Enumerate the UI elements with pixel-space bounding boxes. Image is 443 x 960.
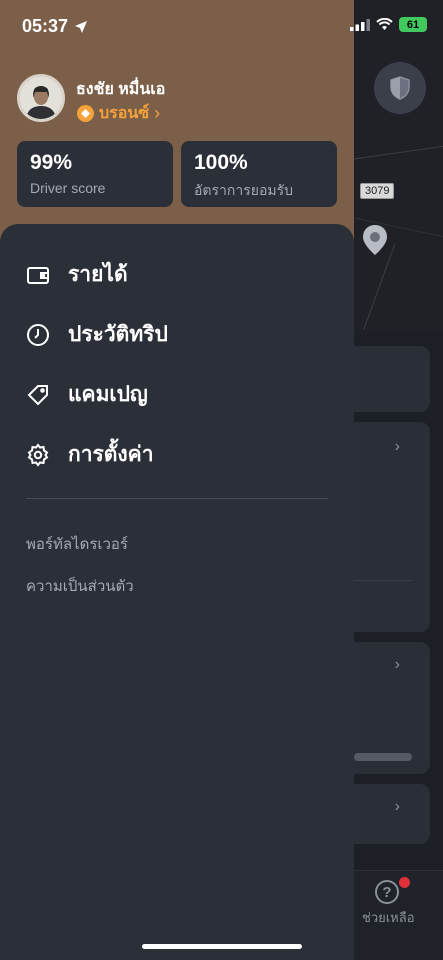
status-time: 05:37 [22,16,88,37]
menu-item-settings[interactable]: การตั้งค่า [26,438,154,471]
location-pin-icon [363,225,387,255]
stat-value: 100% [194,151,248,174]
home-indicator[interactable] [142,944,302,949]
drawer-menu: รายได้ ประวัติทริป แคมเปญ การตั้งค่า พอร [0,224,354,960]
wallet-icon [27,266,49,284]
map-road [354,141,443,160]
map-road [354,243,396,330]
side-drawer: 05:37 ธงชัย หมื่นเอ บรอนซ์ › 99% Driver … [0,0,354,960]
divider [354,580,412,581]
menu-item-trip-history[interactable]: ประวัติทริป [26,318,168,351]
background-card[interactable]: › [354,422,430,632]
gear-icon [27,442,49,467]
status-icons: 61 [350,17,427,32]
avatar[interactable] [17,74,65,122]
acceptance-rate-card[interactable]: 100% อัตราการยอมรับ [181,141,337,207]
person-photo-icon [20,77,62,119]
tier-label: บรอนซ์ [99,105,150,122]
notification-dot [399,877,410,888]
stat-label: อัตราการยอมรับ [194,182,293,198]
road-number-badge: 3079 [360,183,395,199]
menu-item-label: การตั้งค่า [68,443,154,466]
privacy-link[interactable]: ความเป็นส่วนตัว [26,574,134,598]
stat-label: Driver score [30,180,106,196]
progress-bar [354,753,412,761]
map-view[interactable] [354,0,443,330]
chevron-right-icon: › [154,103,161,123]
stat-value: 99% [30,151,73,174]
menu-item-label: ประวัติทริป [68,323,168,346]
user-name[interactable]: ธงชัย หมื่นเอ [76,77,165,102]
clock-text: 05:37 [22,16,69,36]
battery-level: 61 [406,18,420,31]
battery-icon: 61 [399,17,427,32]
shield-icon [390,76,410,100]
background-card[interactable]: › [354,784,430,844]
driver-score-card[interactable]: 99% Driver score [17,141,173,207]
menu-item-earnings[interactable]: รายได้ [26,258,128,291]
menu-item-campaigns[interactable]: แคมเปญ [26,378,148,411]
safety-button[interactable] [374,62,426,114]
background-card[interactable] [354,346,430,412]
wifi-icon [376,18,393,30]
chevron-right-icon: › [394,656,400,673]
divider [26,498,328,499]
menu-item-label: แคมเปญ [68,383,148,406]
location-arrow-icon [75,20,88,33]
tag-icon [27,384,48,405]
help-icon[interactable]: ? [375,880,399,904]
help-label[interactable]: ช่วยเหลือ [362,907,415,928]
driver-portal-link[interactable]: พอร์ทัลไดรเวอร์ [26,532,128,556]
tier-badge-icon [77,105,94,122]
tier-link[interactable]: บรอนซ์ › [77,101,160,126]
clock-icon [27,323,49,346]
menu-item-label: รายได้ [68,263,128,286]
chevron-right-icon: › [394,798,400,815]
chevron-right-icon: › [394,438,400,455]
drawer-header: 05:37 ธงชัย หมื่นเอ บรอนซ์ › 99% Driver … [0,0,354,250]
cellular-signal-icon [350,18,370,31]
